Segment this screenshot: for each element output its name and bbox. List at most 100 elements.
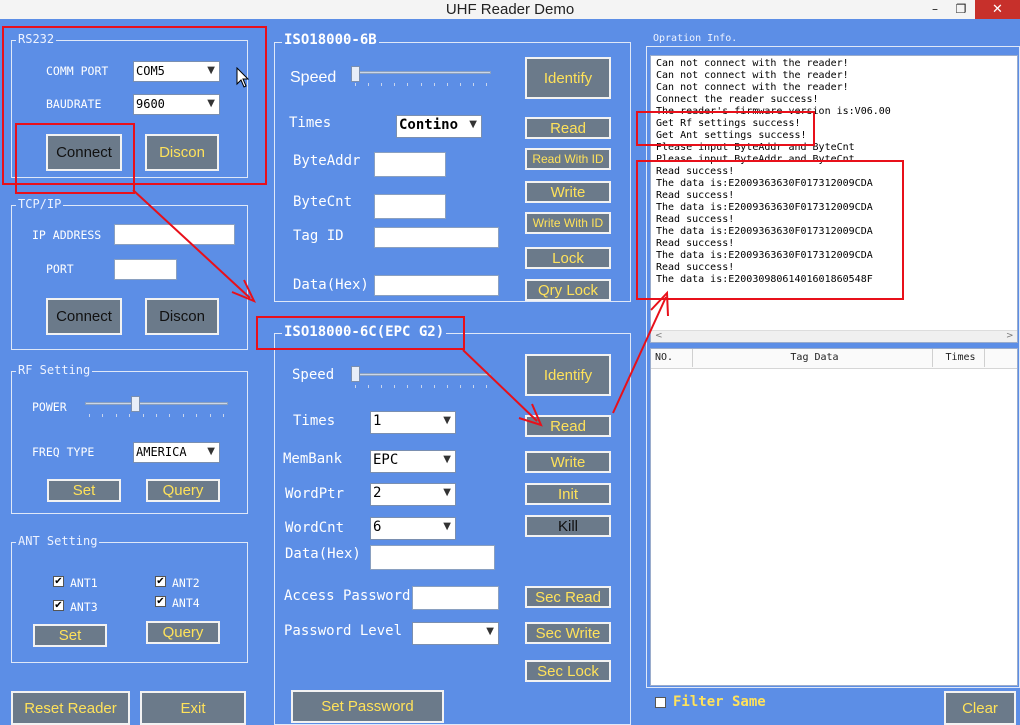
operation-log[interactable]: Can not connect with the reader! Can not … (650, 55, 1018, 343)
chevron-down-icon: ▼ (486, 626, 494, 637)
chevron-down-icon: ▼ (207, 446, 215, 457)
ant1-checkbox[interactable]: ✔ (53, 576, 64, 587)
log-line: Can not connect with the reader! (656, 70, 849, 81)
init-button[interactable]: Init (525, 483, 611, 505)
iso6c-write-button[interactable]: Write (525, 451, 611, 473)
freq-type-select[interactable]: AMERICA ▼ (133, 442, 220, 463)
query-lock-button[interactable]: Qry Lock (525, 279, 611, 301)
chevron-down-icon: ▼ (443, 521, 451, 532)
iso6b-speed-slider-track[interactable] (351, 71, 491, 74)
membank-select[interactable]: EPC ▼ (370, 450, 456, 473)
iso6b-identify-button[interactable]: Identify (525, 57, 611, 99)
kill-button[interactable]: Kill (525, 515, 611, 537)
header-no[interactable]: NO. (651, 349, 693, 367)
iso6c-read-button[interactable]: Read (525, 415, 611, 437)
rf-query-button[interactable]: Query (146, 479, 220, 502)
tagid-input[interactable] (374, 227, 499, 248)
slider-tick (196, 414, 198, 417)
log-line: The data is:E20030980614016018605​48F (656, 274, 873, 285)
wordptr-select[interactable]: 2 ▼ (370, 483, 456, 506)
iso6c-speed-label: Speed (292, 367, 335, 383)
iso6c-times-label: Times (293, 413, 336, 429)
slider-tick (223, 414, 224, 417)
password-level-select[interactable]: ▼ (412, 622, 499, 645)
iso6b-speed-label: Speed (290, 69, 337, 86)
iso6c-speed-slider-thumb[interactable] (351, 366, 360, 382)
reset-reader-button[interactable]: Reset Reader (11, 691, 130, 725)
log-line: Can not connect with the reader! (656, 58, 849, 69)
power-slider-track[interactable] (85, 402, 228, 405)
byteaddr-input[interactable] (374, 152, 446, 177)
slider-tick (420, 83, 422, 86)
iso6b-speed-slider-thumb[interactable] (351, 66, 360, 82)
header-tag-data[interactable]: Tag Data (693, 349, 933, 367)
iso6b-read-button[interactable]: Read (525, 117, 611, 139)
chevron-down-icon: ▼ (443, 454, 451, 465)
port-input[interactable] (114, 259, 177, 280)
tag-table-header: NO. Tag Data Times (651, 349, 1017, 369)
filter-same-checkbox[interactable] (655, 697, 666, 708)
ip-address-input[interactable] (114, 224, 235, 245)
sec-read-button[interactable]: Sec Read (525, 586, 611, 608)
comm-port-select[interactable]: COM5 ▼ (133, 61, 220, 82)
slider-tick (102, 414, 104, 417)
ant3-checkbox[interactable]: ✔ (53, 600, 64, 611)
slider-tick (142, 414, 144, 417)
rs232-connect-button[interactable]: Connect (46, 134, 122, 171)
rf-set-button[interactable]: Set (47, 479, 121, 502)
chevron-down-icon: ▼ (443, 487, 451, 498)
ant-set-button[interactable]: Set (33, 624, 107, 647)
exit-button[interactable]: Exit (140, 691, 246, 725)
comm-port-label: COMM PORT (46, 64, 109, 78)
iso6c-times-select[interactable]: 1 ▼ (370, 411, 456, 434)
slider-tick (459, 385, 461, 388)
slider-tick (129, 414, 131, 417)
write-with-id-button[interactable]: Write With ID (525, 212, 611, 234)
ant-setting-title: ANT Setting (16, 534, 100, 548)
read-with-id-button[interactable]: Read With ID (525, 148, 611, 170)
log-line: Please input ByteAddr and ByteCnt (656, 154, 855, 165)
slider-tick (459, 83, 461, 86)
tcpip-connect-button[interactable]: Connect (46, 298, 122, 335)
iso6b-write-button[interactable]: Write (525, 181, 611, 203)
wordcnt-select[interactable]: 6 ▼ (370, 517, 456, 540)
set-password-button[interactable]: Set Password (291, 690, 444, 723)
ant2-checkbox[interactable]: ✔ (155, 576, 166, 587)
iso6c-identify-button[interactable]: Identify (525, 354, 611, 396)
header-times[interactable]: Times (933, 349, 985, 367)
lock-button[interactable]: Lock (525, 247, 611, 269)
power-slider-thumb[interactable] (130, 396, 140, 412)
baudrate-select[interactable]: 9600 ▼ (133, 94, 220, 115)
ant2-label: ANT2 (172, 576, 200, 590)
chevron-down-icon: ▼ (443, 415, 451, 426)
close-icon[interactable]: ✕ (975, 0, 1020, 19)
iso6c-speed-slider-track[interactable] (351, 373, 491, 376)
ant-query-button[interactable]: Query (146, 621, 220, 644)
iso6b-times-select[interactable]: Contino ▼ (396, 115, 482, 138)
iso6b-data-input[interactable] (374, 275, 499, 296)
slider-tick (368, 385, 370, 388)
sec-write-button[interactable]: Sec Write (525, 622, 611, 644)
sec-lock-button[interactable]: Sec Lock (525, 660, 611, 682)
scroll-left-icon[interactable]: < (655, 331, 663, 341)
clear-button[interactable]: Clear (944, 691, 1016, 725)
tcpip-disconnect-button[interactable]: Discon (145, 298, 219, 335)
ant4-checkbox[interactable]: ✔ (155, 596, 166, 607)
log-line: Read success! (656, 238, 735, 249)
slider-tick (446, 83, 448, 86)
access-password-input[interactable] (412, 586, 499, 610)
scroll-right-icon[interactable]: > (1006, 331, 1014, 341)
slider-tick (381, 385, 383, 388)
tag-table[interactable]: NO. Tag Data Times (650, 348, 1018, 686)
maximize-icon[interactable]: ❐ (946, 0, 976, 19)
rs232-disconnect-button[interactable]: Discon (145, 134, 219, 171)
iso6c-data-input[interactable] (370, 545, 495, 570)
slider-tick (407, 385, 409, 388)
slider-tick (433, 83, 435, 86)
bytecnt-input[interactable] (374, 194, 446, 219)
slider-tick (472, 385, 474, 388)
slider-tick (486, 385, 487, 388)
bytecnt-label: ByteCnt (293, 194, 353, 210)
log-line: Can not connect with the reader! (656, 82, 849, 93)
log-horizontal-scrollbar[interactable]: < > (651, 330, 1017, 342)
